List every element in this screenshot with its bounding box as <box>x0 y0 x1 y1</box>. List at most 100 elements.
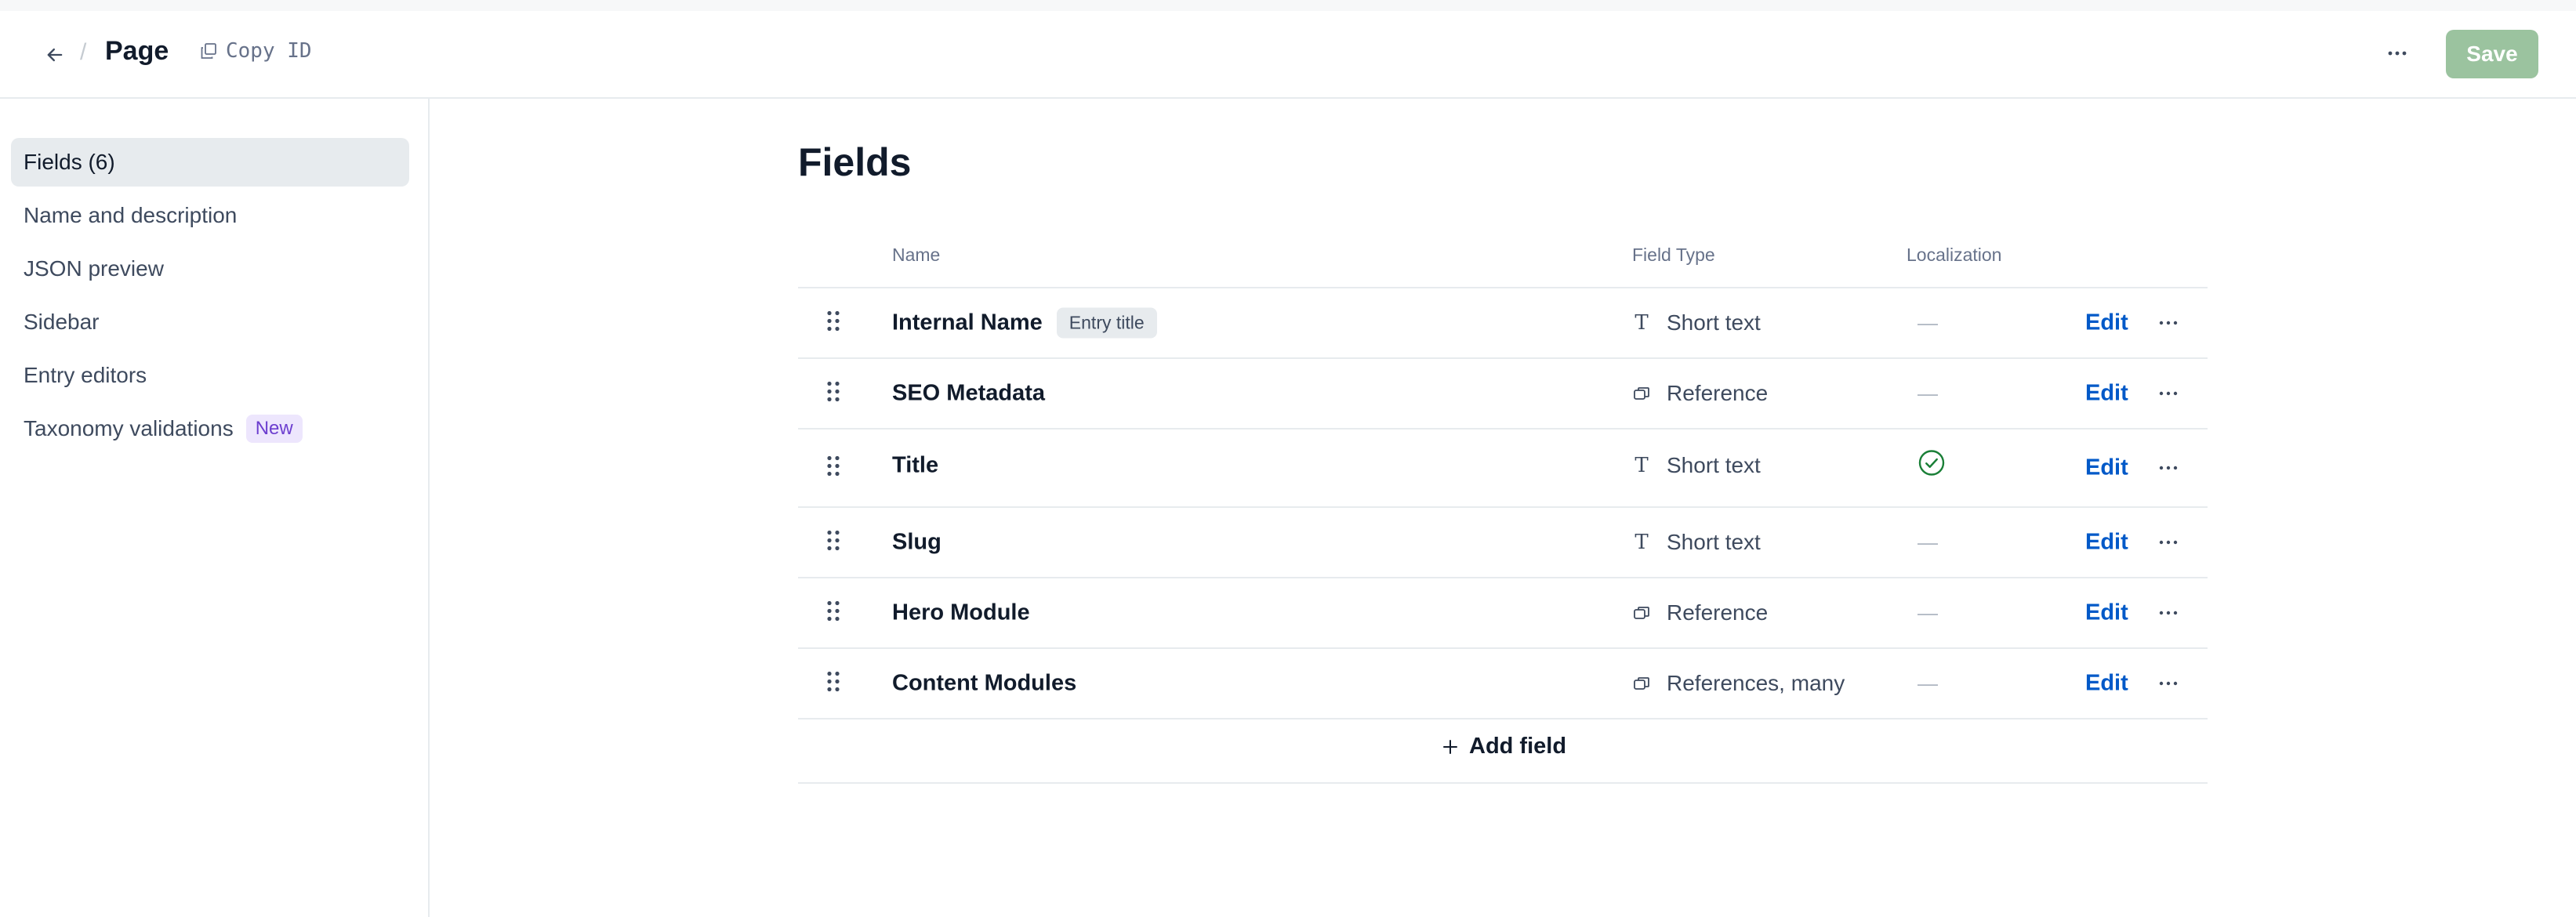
edit-button[interactable]: Edit <box>2085 310 2128 336</box>
field-name: Title <box>892 453 938 479</box>
row-more-button[interactable] <box>2154 314 2182 332</box>
drag-handle[interactable] <box>826 310 840 336</box>
copy-icon <box>201 43 216 59</box>
edit-button[interactable]: Edit <box>2085 381 2128 407</box>
field-type: T Short text <box>1632 453 1761 478</box>
more-horizontal-icon <box>2159 540 2178 545</box>
field-name-label: Title <box>892 452 939 478</box>
field-name: Internal Name Entry title <box>892 307 1157 339</box>
drag-handle-icon <box>827 455 840 477</box>
arrow-left-icon <box>47 48 63 62</box>
field-type-label: References, many <box>1667 671 1845 695</box>
drag-handle[interactable] <box>826 530 840 556</box>
row-more-button[interactable] <box>2154 674 2182 693</box>
sidebar-item-sidebar[interactable]: Sidebar <box>11 298 409 346</box>
more-horizontal-icon <box>2159 321 2178 325</box>
sidebar-item-label: Sidebar <box>24 310 100 334</box>
drag-handle-icon <box>827 310 840 332</box>
field-name: Slug <box>892 530 942 556</box>
localization-value: — <box>1917 671 1938 695</box>
field-name: Content Modules <box>892 671 1076 697</box>
sidebar-item-taxonomy-validations[interactable]: Taxonomy validations New <box>11 404 409 453</box>
localization-value: — <box>1917 530 1938 554</box>
more-horizontal-icon <box>2388 51 2407 56</box>
table-row: Slug T Short text — Edit <box>798 508 2208 578</box>
drag-handle-icon <box>827 671 840 692</box>
field-name: SEO Metadata <box>892 381 1045 407</box>
row-more-button[interactable] <box>2154 603 2182 622</box>
field-name-label: Slug <box>892 529 942 555</box>
sidebar-item-label: JSON preview <box>24 256 164 281</box>
sidebar-item-label: Fields (6) <box>24 150 115 174</box>
more-horizontal-icon <box>2159 391 2178 396</box>
table-header: Name Field Type Localization <box>798 230 2208 288</box>
new-badge: New <box>245 415 303 443</box>
reference-icon <box>1632 384 1651 403</box>
sidebar-item-label: Taxonomy validations <box>24 416 234 440</box>
page-title: Page <box>105 36 169 66</box>
field-type: T Short text <box>1632 310 1761 335</box>
drag-handle-icon <box>827 600 840 622</box>
text-icon: T <box>1634 311 1649 335</box>
edit-button[interactable]: Edit <box>2085 530 2128 556</box>
localization-value: — <box>1917 310 1938 335</box>
localization-value: — <box>1917 381 1938 405</box>
drag-handle[interactable] <box>826 600 840 626</box>
sidebar-item-fields[interactable]: Fields (6) <box>11 138 409 187</box>
field-type: Reference <box>1632 381 1768 406</box>
text-icon: T <box>1634 531 1649 554</box>
sidebar-item-entry-editors[interactable]: Entry editors <box>11 351 409 400</box>
drag-handle-icon <box>827 381 840 402</box>
plus-icon <box>1443 739 1457 754</box>
reference-icon <box>1632 674 1651 693</box>
more-horizontal-icon <box>2159 611 2178 615</box>
back-button[interactable] <box>38 38 72 72</box>
copy-id-label: Copy ID <box>226 39 312 63</box>
table-row: Internal Name Entry title T Short text —… <box>798 288 2208 359</box>
row-more-button[interactable] <box>2154 384 2182 403</box>
field-type-label: Reference <box>1667 600 1769 625</box>
entry-title-tag: Entry title <box>1056 307 1157 339</box>
sidebar: Fields (6) Name and description JSON pre… <box>0 99 430 917</box>
field-name-label: SEO Metadata <box>892 380 1045 406</box>
row-more-button[interactable] <box>2154 533 2182 552</box>
more-horizontal-icon <box>2159 466 2178 470</box>
add-field-row: Add field <box>798 719 2208 784</box>
field-type-label: Short text <box>1667 530 1761 554</box>
edit-button[interactable]: Edit <box>2085 455 2128 481</box>
sidebar-item-name-and-description[interactable]: Name and description <box>11 191 409 240</box>
reference-icon <box>1632 603 1651 622</box>
column-header-localization: Localization <box>1907 245 2002 265</box>
breadcrumb-separator: / <box>80 39 87 65</box>
save-button[interactable]: Save <box>2446 30 2538 78</box>
add-field-button[interactable]: Add field <box>1441 734 1566 759</box>
drag-handle[interactable] <box>826 671 840 697</box>
localization-value: — <box>1917 600 1938 625</box>
field-type: References, many <box>1632 671 1845 696</box>
field-type: Reference <box>1632 600 1768 625</box>
edit-button[interactable]: Edit <box>2085 600 2128 626</box>
drag-handle[interactable] <box>826 455 840 481</box>
add-field-label: Add field <box>1469 734 1567 759</box>
field-type-label: Short text <box>1667 453 1761 477</box>
sidebar-item-json-preview[interactable]: JSON preview <box>11 245 409 293</box>
table-row: Content Modules References, many — Edit <box>798 649 2208 719</box>
drag-handle[interactable] <box>826 381 840 407</box>
check-circle-icon <box>1918 450 1945 476</box>
drag-handle-icon <box>827 530 840 551</box>
field-name-label: Internal Name <box>892 310 1043 335</box>
top-strip <box>0 0 2576 11</box>
more-options-button[interactable] <box>2380 36 2415 71</box>
edit-button[interactable]: Edit <box>2085 671 2128 697</box>
copy-id-button[interactable]: Copy ID <box>199 39 312 63</box>
field-type-label: Short text <box>1667 310 1761 335</box>
row-more-button[interactable] <box>2154 458 2182 477</box>
sidebar-item-label: Entry editors <box>24 363 147 387</box>
localization-value <box>1917 449 1946 483</box>
field-name-label: Hero Module <box>892 600 1030 625</box>
table-row: Hero Module Reference — Edit <box>798 578 2208 649</box>
more-horizontal-icon <box>2159 681 2178 686</box>
header: / Page Copy ID Save <box>0 11 2576 99</box>
field-type-label: Reference <box>1667 381 1769 405</box>
table-row: Title T Short text Edit <box>798 430 2208 508</box>
